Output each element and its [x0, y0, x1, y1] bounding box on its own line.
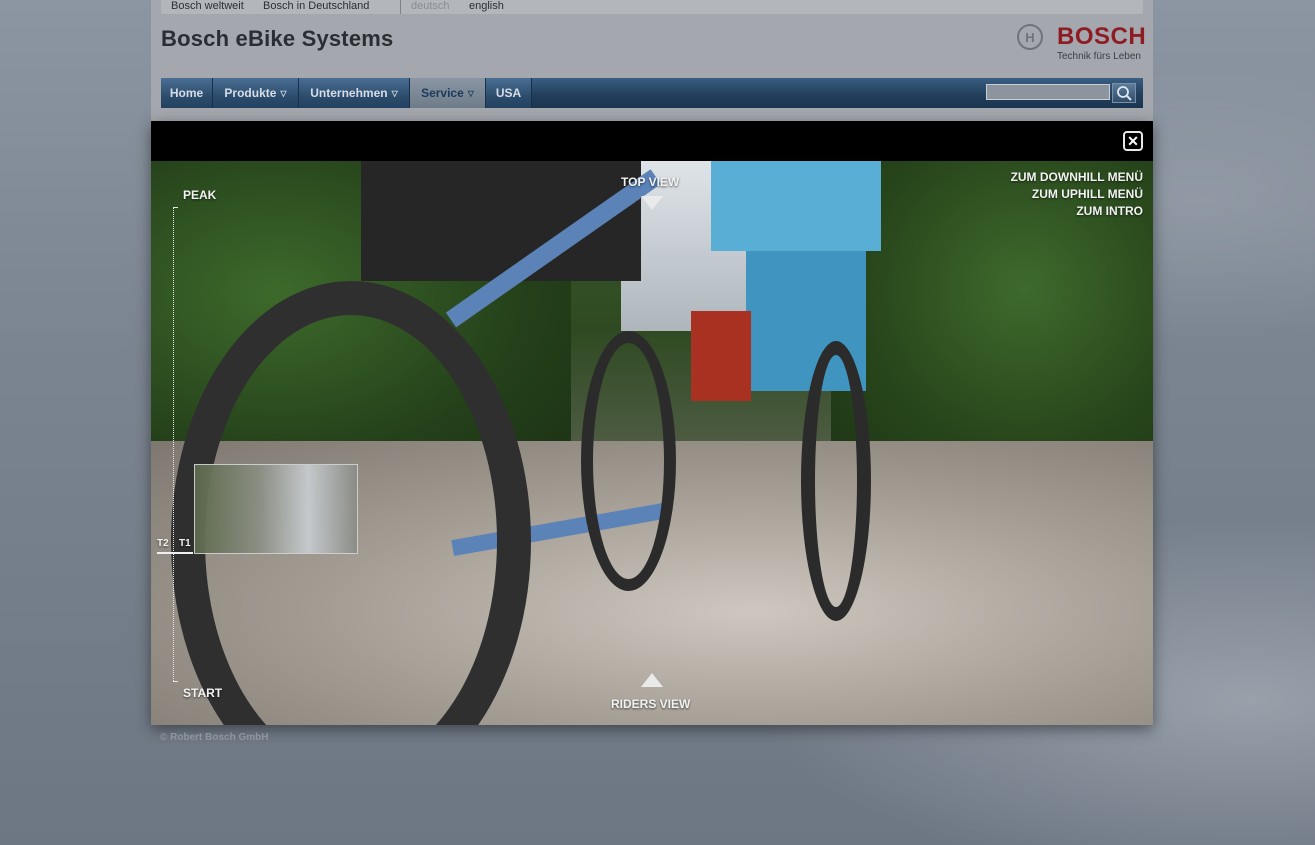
bosch-logo[interactable]: BOSCH [1057, 23, 1146, 51]
chevron-down-icon: ▽ [280, 89, 287, 98]
link-uphill-menu[interactable]: ZUM UPHILL MENÜ [1032, 187, 1143, 201]
link-downhill-menu[interactable]: ZUM DOWNHILL MENÜ [1011, 170, 1143, 184]
lang-english[interactable]: english [469, 0, 504, 13]
footer-copyright: © Robert Bosch GmbH [160, 732, 269, 743]
track-marker-t2[interactable]: T2 [157, 538, 169, 549]
logo-tagline: Technik fürs Leben [1057, 51, 1141, 62]
topbar-divider [400, 0, 401, 14]
video-front-wheel [581, 331, 676, 591]
close-button[interactable]: ✕ [1123, 131, 1143, 151]
nav-home[interactable]: Home [161, 78, 213, 108]
search-input[interactable] [986, 84, 1110, 100]
nav-usa[interactable]: USA [486, 78, 532, 108]
pip-preview[interactable] [194, 464, 358, 554]
link-bosch-deutschland[interactable]: Bosch in Deutschland [263, 0, 369, 13]
video-player[interactable]: PEAK START T2 T1 TOP VIEW RIDERS VIEW ZU… [151, 161, 1153, 725]
track-start-label[interactable]: START [183, 686, 222, 700]
track-progress-line [173, 207, 175, 681]
video-rider-red [691, 311, 751, 401]
top-view-label[interactable]: TOP VIEW [621, 175, 679, 189]
search-icon [1117, 86, 1132, 101]
nav-produkte[interactable]: Produkte ▽ [213, 78, 299, 108]
nav-produkte-label: Produkte [224, 86, 277, 100]
site-header: Bosch weltweit Bosch in Deutschland deut… [151, 0, 1153, 122]
top-bar: Bosch weltweit Bosch in Deutschland deut… [161, 0, 1143, 14]
lang-deutsch[interactable]: deutsch [411, 0, 450, 13]
nav-unternehmen-label: Unternehmen [310, 86, 388, 100]
link-intro[interactable]: ZUM INTRO [1076, 204, 1143, 218]
video-lightbox: ✕ PEAK START T2 T1 TOP VIEW RIDERS VIEW … [151, 121, 1153, 725]
chevron-down-icon: ▽ [467, 89, 474, 98]
track-marker-t1[interactable]: T1 [179, 538, 191, 549]
link-bosch-weltweit[interactable]: Bosch weltweit [171, 0, 244, 13]
site-title[interactable]: Bosch eBike Systems [161, 26, 393, 52]
riders-view-label[interactable]: RIDERS VIEW [611, 697, 690, 711]
arrow-up-icon[interactable] [641, 673, 663, 687]
search-button[interactable] [1112, 83, 1136, 103]
nav-usa-label: USA [495, 86, 522, 100]
nav-service[interactable]: Service ▽ [410, 78, 486, 108]
chevron-down-icon: ▽ [391, 89, 398, 98]
arrow-down-icon[interactable] [641, 196, 663, 210]
video-rider-blue-jersey [711, 161, 881, 251]
track-position-marker [157, 552, 193, 554]
track-tick-bottom [173, 681, 178, 682]
main-nav: Home Produkte ▽ Unternehmen ▽ Service ▽ USA [161, 78, 1143, 108]
bosch-armature-icon[interactable]: H [1017, 24, 1043, 50]
video-other-wheel [801, 341, 871, 621]
track-peak-label[interactable]: PEAK [183, 188, 216, 202]
nav-service-label: Service [421, 86, 464, 100]
track-tick-top [173, 207, 178, 208]
nav-unternehmen[interactable]: Unternehmen ▽ [299, 78, 410, 108]
nav-home-label: Home [169, 86, 204, 100]
